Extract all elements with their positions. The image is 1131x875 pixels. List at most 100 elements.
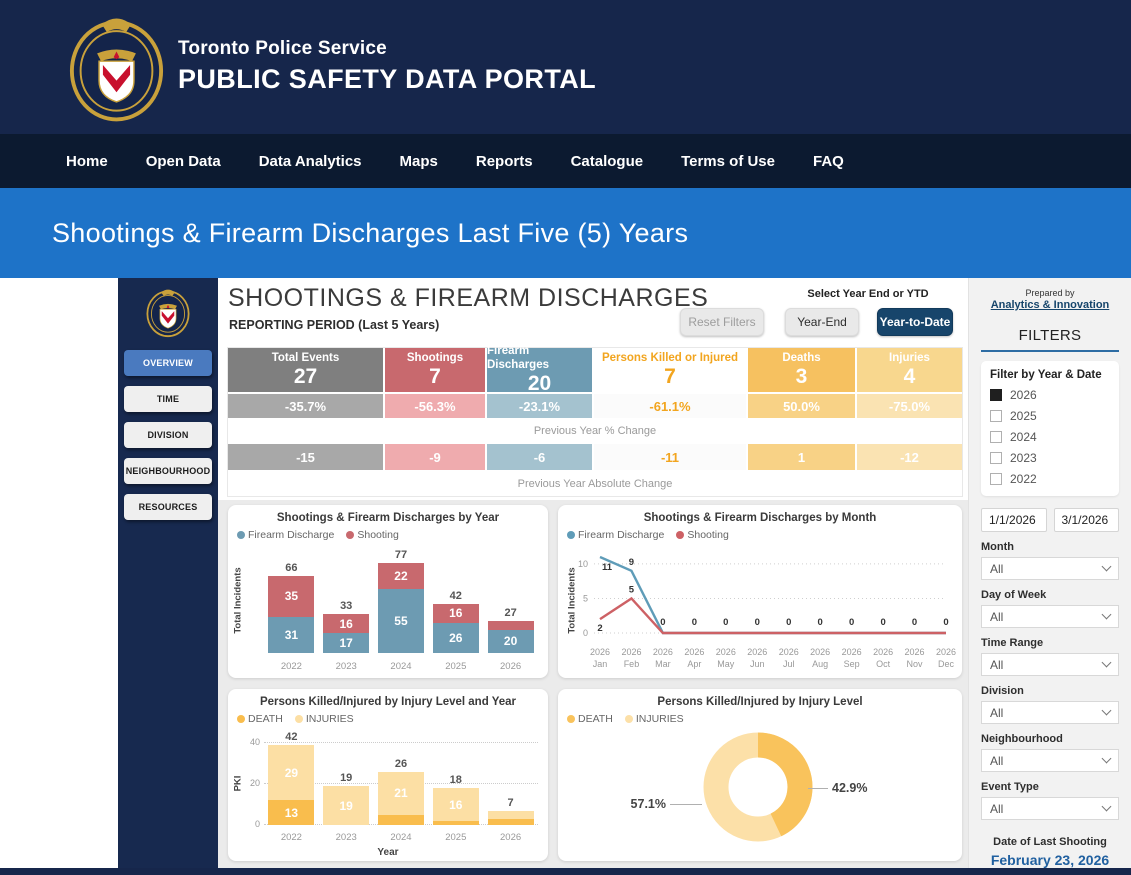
bar-2025[interactable]: 1816	[433, 731, 479, 825]
kpi-card-firearm-discharges: Firearm Discharges20	[487, 348, 592, 392]
year-label: 2023	[1010, 451, 1037, 465]
year-checkbox-2025[interactable]: 2025	[990, 409, 1110, 423]
bar-segment-shooting[interactable]: 16	[433, 604, 479, 623]
bar-segment-firearm-discharge[interactable]: 31	[268, 617, 314, 653]
kpi-value: 4	[904, 365, 916, 389]
selected-value: All	[990, 562, 1003, 576]
bar-segment-firearm-discharge[interactable]: 55	[378, 589, 424, 653]
kpi-label: Persons Killed or Injured	[602, 351, 738, 365]
bar-2025[interactable]: 421626	[433, 547, 479, 653]
legend-item-injuries: INJURIES	[295, 713, 354, 725]
bar-segment-death[interactable]: 13	[268, 800, 314, 825]
bar-2026[interactable]: 7	[488, 731, 534, 825]
bar-2024[interactable]: 772255	[378, 547, 424, 653]
nav-item-faq[interactable]: FAQ	[813, 153, 844, 170]
legend-dot	[625, 715, 633, 723]
x-tick-label: 2026	[500, 832, 521, 843]
reset-filters-button[interactable]: Reset Filters	[680, 308, 764, 336]
year-end-button[interactable]: Year-End	[785, 308, 859, 336]
year-checkbox-2022[interactable]: 2022	[990, 472, 1110, 486]
bar-segment-injuries[interactable]: 16	[433, 788, 479, 821]
chevron-down-icon	[1102, 658, 1112, 668]
bar-2023[interactable]: 1919	[323, 731, 369, 825]
bar-segment-shooting[interactable]: 16	[323, 614, 369, 633]
chevron-down-icon	[1102, 610, 1112, 620]
tps-crest-logo-small	[144, 286, 192, 338]
sidebar-item-division[interactable]: DIVISION	[124, 422, 212, 448]
day-of-week-filter-dropdown[interactable]: All	[981, 605, 1119, 628]
chart-text: 0	[786, 617, 791, 628]
chart-text: 11	[602, 562, 613, 573]
kpi-grid: Previous Year % Change Previous Year Abs…	[228, 348, 962, 496]
chart-text: 0	[943, 617, 948, 628]
sidebar-item-overview[interactable]: OVERVIEW	[124, 350, 212, 376]
year-label: 2024	[1010, 430, 1037, 444]
pct-change-caption: Previous Year % Change	[228, 420, 962, 442]
sidebar-item-time[interactable]: TIME	[124, 386, 212, 412]
bar-segment-shooting[interactable]: 22	[378, 563, 424, 589]
sidebar-item-resources[interactable]: RESOURCES	[124, 494, 212, 520]
kpi-abs-change: -12	[857, 444, 962, 470]
bar-segment-injuries[interactable]: 29	[268, 745, 314, 800]
year-to-date-button[interactable]: Year-to-Date	[877, 308, 953, 336]
bar-segment-death[interactable]	[378, 815, 424, 825]
chart-text: 0	[660, 617, 665, 628]
nav-item-home[interactable]: Home	[66, 153, 108, 170]
bar-segment-death[interactable]	[433, 821, 479, 825]
bar-2023[interactable]: 331617	[323, 547, 369, 653]
bar-segment-firearm-discharge[interactable]: 17	[323, 633, 369, 653]
chart-card-injury-donut: Persons Killed/Injured by Injury Level D…	[558, 689, 962, 861]
filters-heading: FILTERS	[981, 327, 1119, 344]
nav-item-terms-of-use[interactable]: Terms of Use	[681, 153, 775, 170]
date-to-input[interactable]: 3/1/2026	[1054, 508, 1120, 532]
analytics-innovation-link[interactable]: Analytics & Innovation	[991, 299, 1110, 311]
bar-segment-death[interactable]	[488, 819, 534, 825]
bar-segment-shooting[interactable]	[488, 621, 534, 629]
bar-2024[interactable]: 2621	[378, 731, 424, 825]
chart-text: 0	[723, 617, 728, 628]
kpi-abs-change: -11	[594, 444, 746, 470]
time-range-filter-dropdown[interactable]: All	[981, 653, 1119, 676]
bar-segment-injuries[interactable]: 21	[378, 772, 424, 815]
bar-2022[interactable]: 422913	[268, 731, 314, 825]
bar-segment-injuries[interactable]	[488, 811, 534, 819]
kpi-value: 27	[294, 365, 317, 389]
year-checkbox-2026[interactable]: 2026	[990, 388, 1110, 402]
y-tick-label: 0	[240, 819, 260, 829]
chart-title: Shootings & Firearm Discharges by Year	[228, 505, 548, 524]
event-type-filter-dropdown[interactable]: All	[981, 797, 1119, 820]
x-tick-label: 2022	[281, 832, 302, 843]
kpi-pct-change: -23.1%	[487, 394, 592, 418]
bar-2026[interactable]: 2720	[488, 547, 534, 653]
sidebar-item-neighbourhood[interactable]: NEIGHBOURHOOD	[124, 458, 212, 484]
nav-item-reports[interactable]: Reports	[476, 153, 533, 170]
charts-area: Shootings & Firearm Discharges by Year F…	[218, 500, 968, 868]
kpi-card-deaths: Deaths3	[748, 348, 855, 392]
kpi-abs-change: -6	[487, 444, 592, 470]
neighbourhood-filter-dropdown[interactable]: All	[981, 749, 1119, 772]
year-checkbox-2024[interactable]: 2024	[990, 430, 1110, 444]
bar-2022[interactable]: 663531	[268, 547, 314, 653]
legend-item-death: DEATH	[237, 713, 283, 725]
nav-item-catalogue[interactable]: Catalogue	[571, 153, 644, 170]
year-checkbox-2023[interactable]: 2023	[990, 451, 1110, 465]
bar-segment-shooting[interactable]: 35	[268, 576, 314, 617]
year-label: 2026	[1010, 388, 1037, 402]
nav-item-data-analytics[interactable]: Data Analytics	[259, 153, 362, 170]
line-series-shooting[interactable]	[600, 598, 946, 633]
date-from-input[interactable]: 1/1/2026	[981, 508, 1047, 532]
bar-segment-injuries[interactable]: 19	[323, 786, 369, 825]
x-tick-label: 2024	[390, 661, 411, 672]
site-header: Toronto Police Service PUBLIC SAFETY DAT…	[0, 0, 1131, 134]
filter-block-time-range: Time RangeAll	[981, 637, 1119, 676]
bar-segment-firearm-discharge[interactable]: 26	[433, 623, 479, 653]
bar-segment-firearm-discharge[interactable]: 20	[488, 630, 534, 653]
footer-bar	[0, 868, 1131, 875]
month-filter-dropdown[interactable]: All	[981, 557, 1119, 580]
filter-label: Day of Week	[981, 589, 1119, 601]
legend-dot	[295, 715, 303, 723]
division-filter-dropdown[interactable]: All	[981, 701, 1119, 724]
nav-item-open-data[interactable]: Open Data	[146, 153, 221, 170]
nav-item-maps[interactable]: Maps	[400, 153, 438, 170]
x-axis-labels: 20222023202420252026	[264, 832, 538, 843]
